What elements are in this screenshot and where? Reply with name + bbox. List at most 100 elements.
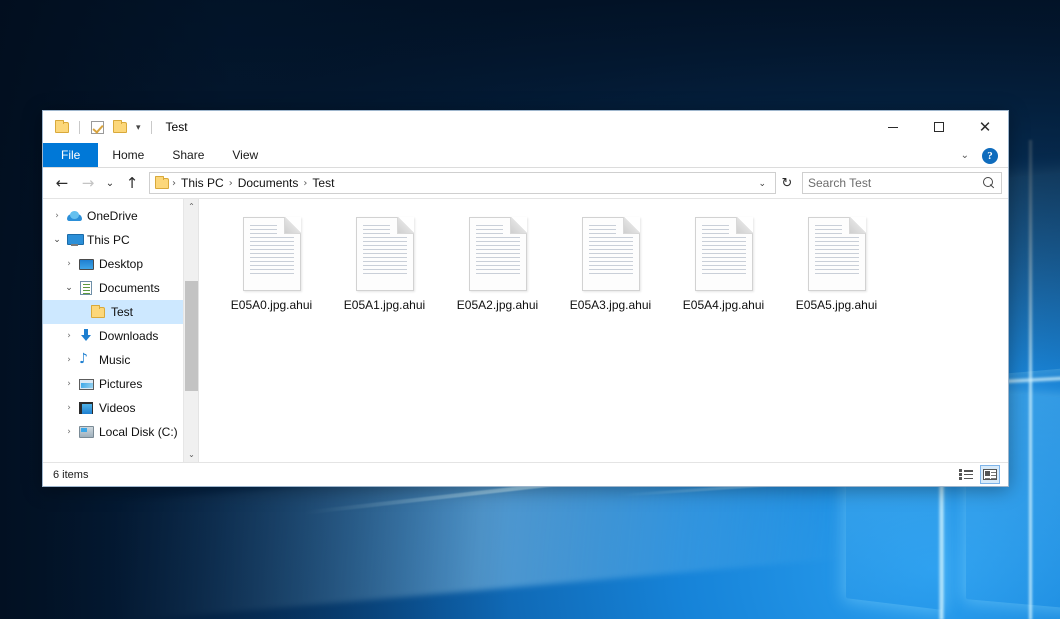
sidebar-item-local-disk[interactable]: › Local Disk (C:) — [43, 420, 198, 444]
forward-button[interactable]: → — [75, 171, 101, 195]
desktop-icon — [77, 259, 95, 270]
generic-file-icon — [582, 217, 640, 291]
new-folder-icon[interactable] — [111, 118, 129, 136]
sidebar-item-onedrive[interactable]: › OneDrive — [43, 204, 198, 228]
ribbon-tab-bar: File Home Share View ⌄ ? — [43, 143, 1008, 168]
file-list-pane[interactable]: E05A0.jpg.ahui E05A1.jpg.ahui — [199, 199, 1008, 462]
file-name: E05A5.jpg.ahui — [796, 298, 877, 312]
sidebar-item-videos[interactable]: › Videos — [43, 396, 198, 420]
details-view-button[interactable] — [956, 465, 976, 484]
file-name: E05A1.jpg.ahui — [344, 298, 425, 312]
large-icons-view-button[interactable] — [980, 465, 1000, 484]
chevron-down-icon[interactable]: ⌄ — [753, 178, 771, 189]
folder-icon — [89, 307, 107, 318]
file-name: E05A3.jpg.ahui — [570, 298, 651, 312]
navigation-tree: › OneDrive ⌄ This PC › Desktop ⌄ — [43, 199, 198, 444]
sidebar-item-label: Desktop — [95, 257, 143, 271]
sidebar-item-this-pc[interactable]: ⌄ This PC — [43, 228, 198, 252]
videos-icon — [77, 402, 95, 414]
sidebar-item-label: Videos — [95, 401, 135, 415]
caption-buttons: ✕ — [870, 111, 1008, 143]
scrollbar-thumb[interactable] — [185, 281, 198, 391]
up-button[interactable]: ↑ — [119, 171, 145, 195]
address-bar: ← → ⌄ ↑ › This PC › Documents › Test ⌄ ↻ — [43, 168, 1008, 198]
file-grid: E05A0.jpg.ahui E05A1.jpg.ahui — [215, 213, 998, 318]
documents-icon — [77, 281, 95, 295]
search-box[interactable] — [802, 172, 1002, 194]
list-item[interactable]: E05A3.jpg.ahui — [554, 213, 667, 318]
chevron-down-icon[interactable]: ⌄ — [956, 148, 974, 163]
list-item[interactable]: E05A5.jpg.ahui — [780, 213, 893, 318]
file-name: E05A0.jpg.ahui — [231, 298, 312, 312]
expand-chevron-icon[interactable]: › — [61, 259, 77, 269]
sidebar-item-documents[interactable]: ⌄ Documents — [43, 276, 198, 300]
expand-chevron-icon[interactable]: › — [61, 331, 77, 341]
sidebar-item-label: This PC — [83, 233, 130, 247]
generic-file-icon — [243, 217, 301, 291]
cloud-icon — [65, 211, 83, 221]
sidebar-item-label: Pictures — [95, 377, 142, 391]
refresh-button[interactable]: ↻ — [776, 172, 798, 194]
collapse-chevron-icon[interactable]: ⌄ — [61, 283, 77, 293]
recent-locations-button[interactable]: ⌄ — [101, 171, 119, 195]
quick-access-toolbar: ▾ Test — [43, 111, 188, 143]
folder-icon[interactable] — [53, 118, 71, 136]
tab-home[interactable]: Home — [98, 143, 158, 167]
toolbar-separator — [79, 121, 80, 134]
sidebar-item-music[interactable]: › ♪ Music — [43, 348, 198, 372]
chevron-down-icon[interactable]: ▾ — [134, 123, 143, 132]
sidebar-item-test[interactable]: Test — [43, 300, 198, 324]
back-button[interactable]: ← — [49, 171, 75, 195]
breadcrumb-item-test[interactable]: Test — [308, 176, 338, 190]
maximize-button[interactable] — [916, 111, 962, 143]
sidebar-item-pictures[interactable]: › Pictures — [43, 372, 198, 396]
breadcrumb-item-this-pc[interactable]: This PC — [177, 176, 228, 190]
title-bar: ▾ Test ✕ — [43, 111, 1008, 143]
close-button[interactable]: ✕ — [962, 111, 1008, 143]
window-title: Test — [166, 120, 188, 134]
list-item[interactable]: E05A1.jpg.ahui — [328, 213, 441, 318]
tab-file[interactable]: File — [43, 143, 98, 167]
sidebar-item-label: OneDrive — [83, 209, 138, 223]
list-item[interactable]: E05A0.jpg.ahui — [215, 213, 328, 318]
minimize-button[interactable] — [870, 111, 916, 143]
generic-file-icon — [469, 217, 527, 291]
pc-icon — [65, 234, 83, 246]
list-item[interactable]: E05A2.jpg.ahui — [441, 213, 554, 318]
folder-icon — [155, 178, 169, 189]
item-count-label: 6 items — [53, 469, 88, 481]
sidebar-item-label: Test — [107, 305, 133, 319]
expand-chevron-icon[interactable]: › — [61, 427, 77, 437]
sidebar-item-label: Music — [95, 353, 130, 367]
sidebar-item-downloads[interactable]: › Downloads — [43, 324, 198, 348]
expand-chevron-icon[interactable]: › — [49, 211, 65, 221]
disk-icon — [77, 426, 95, 438]
scroll-up-icon[interactable]: ⌃ — [184, 199, 198, 214]
sidebar-item-desktop[interactable]: › Desktop — [43, 252, 198, 276]
navigation-pane: › OneDrive ⌄ This PC › Desktop ⌄ — [43, 199, 198, 462]
scroll-down-icon[interactable]: ⌄ — [184, 447, 198, 462]
expand-chevron-icon[interactable]: › — [61, 355, 77, 365]
expand-chevron-icon[interactable]: › — [61, 403, 77, 413]
toolbar-separator-2 — [151, 121, 152, 134]
tab-view[interactable]: View — [218, 143, 272, 167]
properties-checkbox-icon[interactable] — [88, 118, 106, 136]
breadcrumb-item-documents[interactable]: Documents — [234, 176, 303, 190]
generic-file-icon — [695, 217, 753, 291]
generic-file-icon — [808, 217, 866, 291]
sidebar-item-label: Documents — [95, 281, 160, 295]
file-explorer-window: ▾ Test ✕ File Home Share View ⌄ ? ← → ⌄ … — [42, 110, 1009, 487]
sidebar-item-label: Downloads — [95, 329, 158, 343]
help-icon[interactable]: ? — [982, 148, 998, 164]
collapse-chevron-icon[interactable]: ⌄ — [49, 235, 65, 245]
tab-share[interactable]: Share — [158, 143, 218, 167]
search-input[interactable] — [808, 176, 983, 190]
list-item[interactable]: E05A4.jpg.ahui — [667, 213, 780, 318]
downloads-icon — [77, 329, 95, 343]
search-icon — [983, 177, 996, 190]
expand-chevron-icon[interactable]: › — [61, 379, 77, 389]
status-bar: 6 items — [43, 462, 1008, 486]
sidebar-scrollbar[interactable]: ⌃ ⌄ — [183, 199, 198, 462]
breadcrumb[interactable]: › This PC › Documents › Test ⌄ — [149, 172, 776, 194]
generic-file-icon — [356, 217, 414, 291]
